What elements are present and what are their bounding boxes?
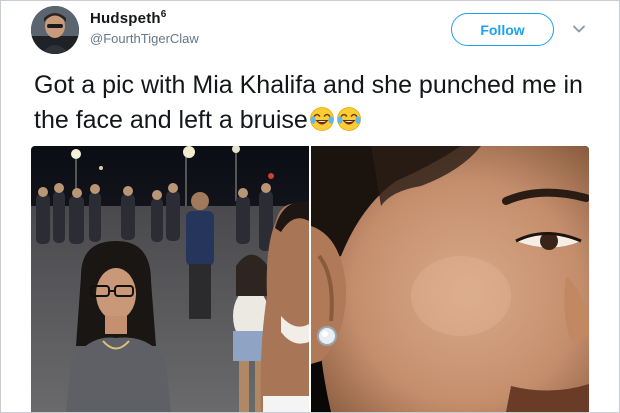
- face-with-tears-of-joy-emoji: [309, 106, 335, 132]
- chevron-down-icon[interactable]: [571, 21, 587, 37]
- tweet-card: Hudspeth6 @FourthTigerClaw Follow Got a …: [0, 0, 620, 413]
- tweet-text: Got a pic with Mia Khalifa and she punch…: [34, 68, 594, 138]
- cheek-closeup-photo[interactable]: [311, 146, 589, 412]
- face-with-tears-of-joy-emoji: [336, 106, 362, 132]
- author-handle[interactable]: @FourthTigerClaw: [90, 31, 199, 46]
- tweet-media: [31, 146, 589, 412]
- author-name-suffix: 6: [160, 9, 167, 20]
- selfie-photo[interactable]: [31, 146, 309, 412]
- author-name-text[interactable]: Hudspeth: [90, 10, 161, 27]
- author-display-name[interactable]: Hudspeth6: [90, 9, 167, 27]
- avatar[interactable]: [31, 6, 79, 54]
- follow-button[interactable]: Follow: [451, 13, 554, 46]
